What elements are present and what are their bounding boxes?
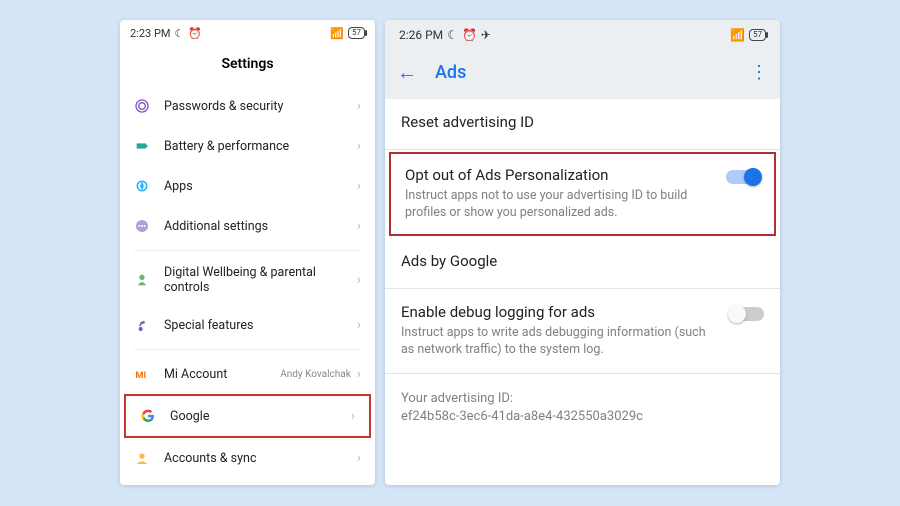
mi-icon: MI (132, 364, 152, 384)
chevron-right-icon: › (357, 366, 361, 382)
opt-out-toggle[interactable] (726, 170, 760, 184)
signal-icon: 📶 (330, 27, 344, 40)
settings-item-apps[interactable]: Apps › (120, 166, 375, 206)
chevron-right-icon: › (351, 408, 355, 424)
settings-item-label: Google (170, 409, 351, 424)
status-time: 2:23 PM (130, 27, 170, 40)
settings-item-label: Mi Account (164, 367, 280, 382)
chevron-right-icon: › (357, 272, 361, 288)
moon-icon: ☾ (174, 27, 184, 40)
chevron-right-icon: › (357, 178, 361, 194)
svg-text:MI: MI (135, 370, 146, 381)
settings-item-accounts-sync[interactable]: Accounts & sync › (120, 438, 375, 478)
settings-screen: 2:23 PM ☾ ⏰ 📶 57 Settings Passwords & se… (120, 20, 375, 485)
page-title: Settings (120, 46, 375, 86)
mi-account-value: Andy Kovalchak (280, 369, 351, 380)
ads-item-ads-by-google[interactable]: Ads by Google (385, 238, 780, 289)
settings-item-label: Passwords & security (164, 99, 357, 114)
divider (134, 349, 361, 350)
chevron-right-icon: › (357, 450, 361, 466)
moon-icon: ☾ (447, 28, 458, 42)
ads-screen: 2:26 PM ☾ ⏰ ✈ 📶 57 ← Ads ⋮ Reset adverti… (385, 20, 780, 485)
status-bar: 2:23 PM ☾ ⏰ 📶 57 (120, 20, 375, 46)
settings-item-label: Battery & performance (164, 139, 357, 154)
advertising-id-footer: Your advertising ID: ef24b58c-3ec6-41da-… (385, 374, 780, 442)
settings-item-additional[interactable]: Additional settings › (120, 206, 375, 246)
ads-item-desc: Instruct apps not to use your advertisin… (405, 188, 716, 222)
debug-logging-toggle[interactable] (730, 307, 764, 321)
ads-item-debug-logging[interactable]: Enable debug logging for ads Instruct ap… (385, 289, 780, 374)
settings-item-battery[interactable]: Battery & performance › (120, 126, 375, 166)
chevron-right-icon: › (357, 138, 361, 154)
account-icon (132, 448, 152, 468)
fingerprint-icon (132, 96, 152, 116)
chevron-right-icon: › (357, 218, 361, 234)
settings-item-label: Special features (164, 318, 357, 333)
settings-item-wellbeing[interactable]: Digital Wellbeing & parental controls › (120, 255, 375, 305)
wellbeing-icon (132, 270, 152, 290)
chevron-right-icon: › (357, 98, 361, 114)
status-bar: 2:26 PM ☾ ⏰ ✈ 📶 57 (385, 20, 780, 50)
signal-icon: 📶 (730, 28, 745, 42)
ads-header: ← Ads ⋮ (385, 50, 780, 99)
settings-item-mi-account[interactable]: MI Mi Account Andy Kovalchak › (120, 354, 375, 394)
battery-icon: 57 (749, 29, 766, 41)
dots-icon (132, 216, 152, 236)
ads-item-desc: Instruct apps to write ads debugging inf… (401, 325, 720, 359)
ads-item-title: Reset advertising ID (401, 113, 764, 131)
back-arrow-icon[interactable]: ← (397, 60, 417, 85)
ads-item-opt-out[interactable]: Opt out of Ads Personalization Instruct … (389, 152, 776, 236)
settings-item-passwords[interactable]: Passwords & security › (120, 86, 375, 126)
settings-item-label: Digital Wellbeing & parental controls (164, 265, 357, 295)
divider (134, 250, 361, 251)
alarm-icon: ⏰ (462, 28, 477, 42)
kebab-menu-icon[interactable]: ⋮ (750, 62, 768, 83)
ads-item-title: Ads by Google (401, 252, 764, 270)
alarm-icon: ⏰ (188, 27, 202, 40)
settings-item-google[interactable]: Google › (124, 394, 371, 438)
settings-item-label: Apps (164, 179, 357, 194)
google-icon (138, 406, 158, 426)
advertising-id-label: Your advertising ID: (401, 390, 764, 408)
status-time: 2:26 PM (399, 28, 443, 42)
settings-list: Passwords & security › Battery & perform… (120, 86, 375, 485)
battery-icon: 57 (348, 27, 365, 39)
special-icon (132, 315, 152, 335)
settings-item-special[interactable]: Special features › (120, 305, 375, 345)
chevron-right-icon: › (357, 317, 361, 333)
advertising-id-value: ef24b58c-3ec6-41da-a8e4-432550a3029c (401, 408, 764, 426)
telegram-icon: ✈ (481, 28, 491, 42)
settings-item-label: Accounts & sync (164, 451, 357, 466)
ads-item-reset-advertising-id[interactable]: Reset advertising ID (385, 99, 780, 150)
page-title: Ads (435, 62, 750, 83)
settings-item-label: Additional settings (164, 219, 357, 234)
ads-item-title: Enable debug logging for ads (401, 303, 720, 321)
apps-icon (132, 176, 152, 196)
ads-item-title: Opt out of Ads Personalization (405, 166, 716, 184)
battery-icon (132, 136, 152, 156)
